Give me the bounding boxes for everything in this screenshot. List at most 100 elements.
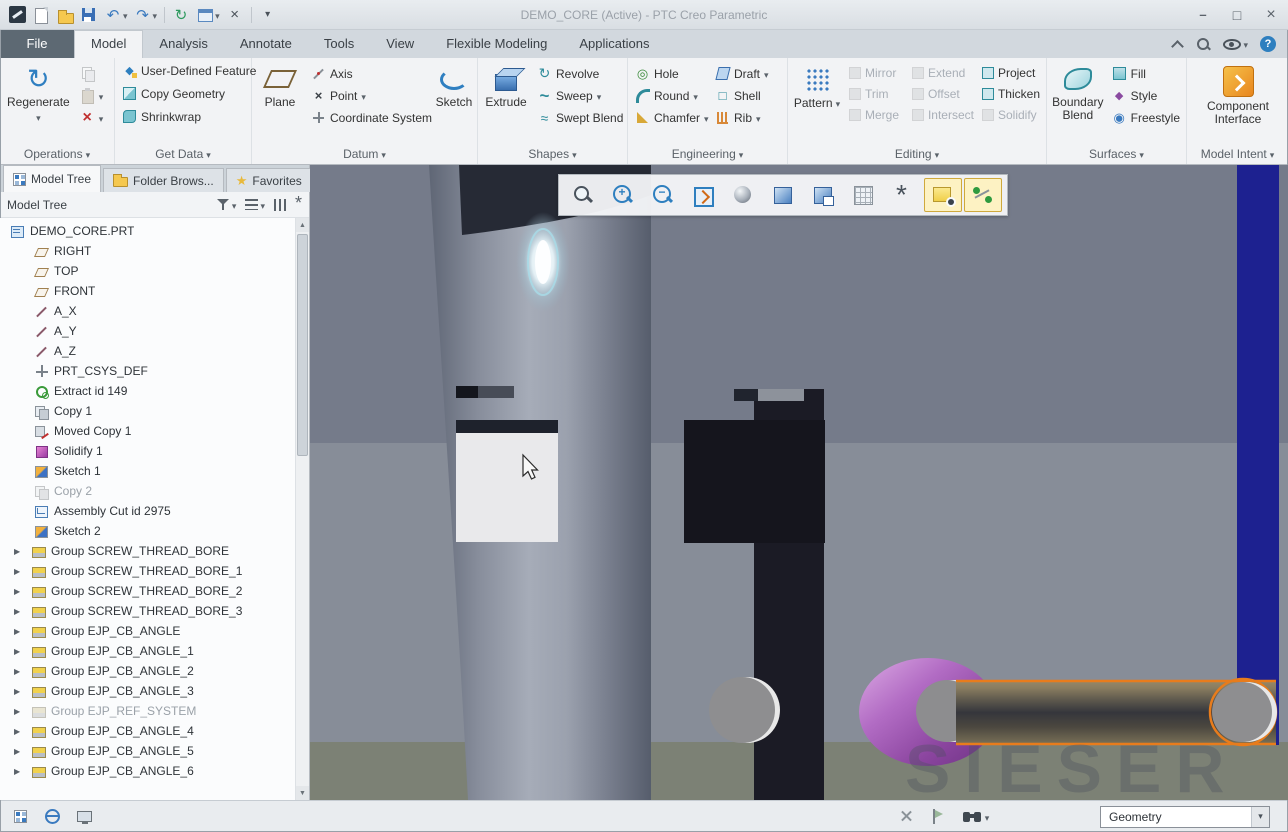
selected-face-highlight[interactable] bbox=[456, 420, 558, 542]
tree-item[interactable]: Group EJP_CB_ANGLE_6 bbox=[0, 761, 295, 781]
tree-display-button[interactable] bbox=[245, 198, 265, 212]
tree-item[interactable]: Group SCREW_THREAD_BORE_1 bbox=[0, 561, 295, 581]
tab-model[interactable]: Model bbox=[74, 30, 143, 58]
blue-plate-face[interactable] bbox=[1237, 165, 1279, 745]
round-button[interactable]: Round bbox=[632, 87, 708, 104]
find-button[interactable] bbox=[958, 805, 994, 829]
tree-item[interactable]: DEMO_CORE.PRT bbox=[0, 221, 295, 241]
tree-item[interactable]: Moved Copy 1 bbox=[0, 421, 295, 441]
sweep-button[interactable]: Sweep bbox=[534, 87, 626, 104]
tree-item[interactable]: A_Y bbox=[0, 321, 295, 341]
tree-settings-button[interactable] bbox=[274, 199, 286, 211]
display-style-button[interactable] bbox=[724, 178, 762, 212]
tree-item[interactable]: RIGHT bbox=[0, 241, 295, 261]
close-window-button[interactable] bbox=[224, 4, 246, 26]
trim-button[interactable]: Trim bbox=[846, 86, 905, 102]
model-3d-view[interactable]: SIESER bbox=[310, 165, 1288, 800]
refit-button[interactable] bbox=[684, 178, 722, 212]
graphics-viewport[interactable]: SIESER bbox=[310, 165, 1288, 800]
tree-item[interactable]: Group EJP_REF_SYSTEM bbox=[0, 701, 295, 721]
pin-sphere[interactable] bbox=[709, 677, 775, 743]
zoom-region-button[interactable] bbox=[564, 178, 602, 212]
fullscreen-toggle-button[interactable] bbox=[72, 805, 96, 829]
tree-item[interactable]: Group EJP_CB_ANGLE_4 bbox=[0, 721, 295, 741]
style-button[interactable]: Style bbox=[1109, 87, 1183, 104]
mirror-button[interactable]: Mirror bbox=[846, 65, 905, 81]
undo-button[interactable] bbox=[102, 4, 130, 26]
get-data-group-label[interactable]: Get Data bbox=[115, 144, 251, 164]
surfaces-group-label[interactable]: Surfaces bbox=[1047, 144, 1186, 164]
tree-item[interactable]: Group EJP_CB_ANGLE_3 bbox=[0, 681, 295, 701]
expand-arrow-icon[interactable] bbox=[14, 627, 31, 636]
tab-folder-browser[interactable]: Folder Brows... bbox=[103, 168, 224, 192]
tree-item[interactable]: A_X bbox=[0, 301, 295, 321]
regenerate-button[interactable]: Regenerate bbox=[4, 62, 73, 125]
tree-item[interactable]: Group EJP_CB_ANGLE bbox=[0, 621, 295, 641]
selection-filter-dropdown-button[interactable] bbox=[1251, 807, 1269, 827]
scroll-up-button[interactable] bbox=[296, 218, 309, 232]
editing-group-label[interactable]: Editing bbox=[788, 144, 1046, 164]
tree-item[interactable]: Group EJP_CB_ANGLE_2 bbox=[0, 661, 295, 681]
plane-button[interactable]: Plane bbox=[256, 62, 304, 110]
tab-analysis[interactable]: Analysis bbox=[143, 30, 223, 58]
engineering-group-label[interactable]: Engineering bbox=[628, 144, 787, 164]
expand-arrow-icon[interactable] bbox=[14, 727, 31, 736]
tree-item[interactable]: Sketch 2 bbox=[0, 521, 295, 541]
tree-scrollbar[interactable] bbox=[295, 218, 309, 800]
minimize-window-button[interactable] bbox=[1186, 0, 1220, 29]
regenerate-quick-button[interactable] bbox=[170, 4, 192, 26]
component-interface-button[interactable]: Component Interface bbox=[1199, 62, 1277, 127]
tree-item[interactable]: PRT_CSYS_DEF bbox=[0, 361, 295, 381]
tree-item[interactable]: FRONT bbox=[0, 281, 295, 301]
solidify-button[interactable]: Solidify bbox=[979, 107, 1043, 123]
freestyle-button[interactable]: Freestyle bbox=[1109, 109, 1183, 126]
tree-item[interactable]: Copy 2 bbox=[0, 481, 295, 501]
revolve-button[interactable]: Revolve bbox=[534, 65, 626, 82]
open-file-button[interactable] bbox=[54, 4, 76, 26]
datum-group-label[interactable]: Datum bbox=[252, 144, 477, 164]
windows-button[interactable] bbox=[194, 4, 222, 26]
tree-item[interactable]: Group EJP_CB_ANGLE_1 bbox=[0, 641, 295, 661]
status-flag-button[interactable] bbox=[926, 805, 950, 829]
customize-toolbar-button[interactable] bbox=[257, 4, 279, 26]
tree-item[interactable]: Group SCREW_THREAD_BORE bbox=[0, 541, 295, 561]
help-button[interactable] bbox=[1260, 36, 1276, 52]
model-intent-group-label[interactable]: Model Intent bbox=[1187, 144, 1288, 164]
annotation-display-button[interactable] bbox=[924, 178, 962, 212]
expand-arrow-icon[interactable] bbox=[14, 587, 31, 596]
tree-item[interactable]: Copy 1 bbox=[0, 401, 295, 421]
pocket-face[interactable] bbox=[684, 420, 825, 543]
save-button[interactable] bbox=[78, 4, 100, 26]
coordinate-system-button[interactable]: Coordinate System bbox=[308, 109, 426, 126]
tree-item[interactable]: Assembly Cut id 2975 bbox=[0, 501, 295, 521]
delete-button[interactable] bbox=[77, 109, 107, 126]
display-filters-button[interactable] bbox=[1223, 37, 1248, 51]
scroll-down-button[interactable] bbox=[296, 786, 309, 800]
view-manager-button[interactable] bbox=[804, 178, 842, 212]
offset-button[interactable]: Offset bbox=[909, 86, 975, 102]
tree-item[interactable]: A_Z bbox=[0, 341, 295, 361]
draft-button[interactable]: Draft bbox=[712, 65, 772, 82]
extrude-button[interactable]: Extrude bbox=[482, 62, 530, 110]
datum-display-button[interactable] bbox=[884, 178, 922, 212]
tree-filters-button[interactable] bbox=[217, 198, 237, 212]
thicken-button[interactable]: Thicken bbox=[979, 86, 1043, 102]
tab-view[interactable]: View bbox=[370, 30, 430, 58]
tree-item[interactable]: Sketch 1 bbox=[0, 461, 295, 481]
tree-item[interactable]: Group SCREW_THREAD_BORE_3 bbox=[0, 601, 295, 621]
hole-button[interactable]: Hole bbox=[632, 65, 708, 82]
shapes-group-label[interactable]: Shapes bbox=[478, 144, 627, 164]
fill-button[interactable]: Fill bbox=[1109, 65, 1183, 82]
shell-button[interactable]: Shell bbox=[712, 87, 772, 104]
sketch-button[interactable]: Sketch bbox=[430, 62, 478, 110]
project-button[interactable]: Project bbox=[979, 65, 1043, 81]
expand-arrow-icon[interactable] bbox=[14, 547, 31, 556]
close-window-button[interactable] bbox=[1254, 0, 1288, 29]
new-file-button[interactable] bbox=[30, 4, 52, 26]
expand-arrow-icon[interactable] bbox=[14, 567, 31, 576]
expand-arrow-icon[interactable] bbox=[14, 707, 31, 716]
shrinkwrap-button[interactable]: Shrinkwrap bbox=[119, 108, 204, 125]
boundary-blend-button[interactable]: Boundary Blend bbox=[1051, 62, 1105, 123]
tab-applications[interactable]: Applications bbox=[563, 30, 665, 58]
tab-favorites[interactable]: Favorites bbox=[226, 168, 312, 192]
